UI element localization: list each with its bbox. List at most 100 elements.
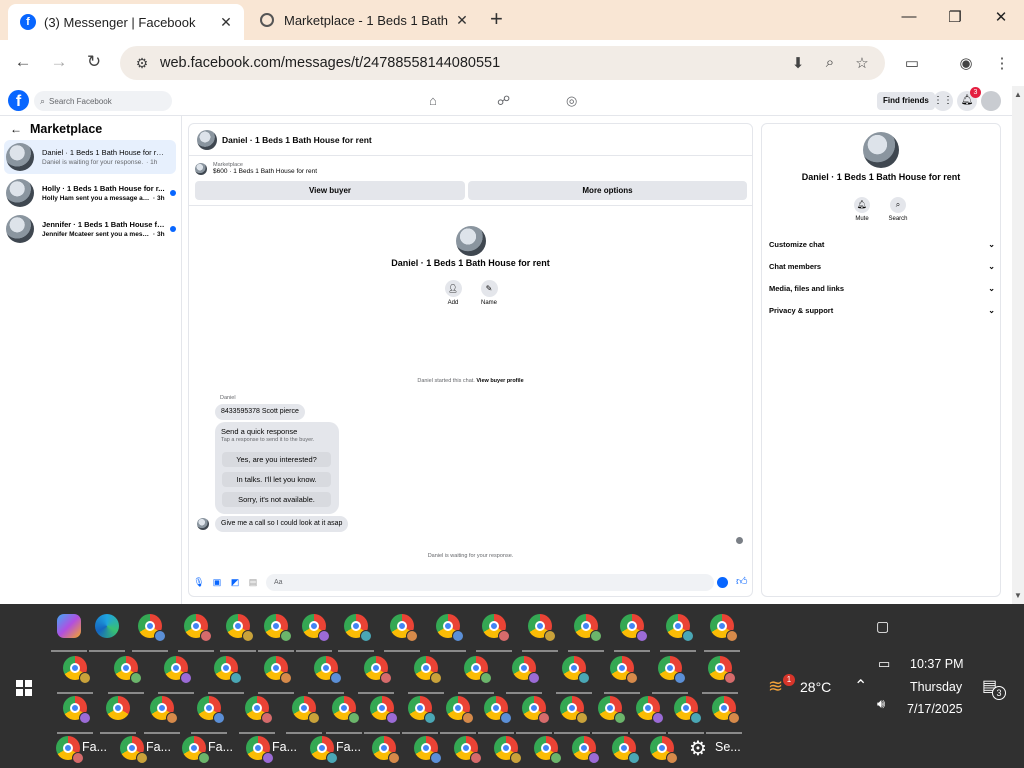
conversation-item-daniel[interactable]: Daniel · 1 Beds 1 Bath House for rent Da… [4,140,176,174]
search-facebook-input[interactable]: ⌕ Search Facebook [34,91,172,111]
chrome-icon[interactable] [612,736,640,764]
chrome-icon[interactable] [522,696,550,724]
chrome-icon[interactable] [302,614,330,642]
view-buyer-button[interactable]: View buyer [195,181,465,200]
chrome-icon[interactable] [408,696,436,724]
chrome-icon[interactable] [636,696,664,724]
chrome-icon[interactable] [264,656,292,684]
chrome-icon[interactable] [560,696,588,724]
url-text[interactable]: web.facebook.com/messages/t/247885581440… [160,55,500,71]
volume-icon[interactable]: 🔊︎ [877,696,885,712]
chrome-icon[interactable] [184,614,212,642]
chrome-icon[interactable] [674,696,702,724]
chrome-icon[interactable] [372,736,400,764]
view-buyer-profile-link[interactable]: View buyer profile [476,378,523,384]
chrome-icon[interactable] [197,696,225,724]
chrome-icon[interactable] [246,736,274,764]
chrome-icon[interactable] [572,736,600,764]
quick-reply-button[interactable]: Sorry, it's not available. [222,492,331,507]
chrome-icon[interactable] [182,736,210,764]
chrome-icon[interactable] [292,696,320,724]
clock-day[interactable]: Thursday [910,680,962,694]
chrome-icon[interactable] [63,656,91,684]
chrome-icon[interactable] [150,696,178,724]
windows-start-icon[interactable] [16,680,32,696]
chrome-icon[interactable] [114,656,142,684]
forward-arrow-icon[interactable]: → [48,52,70,72]
section-privacy-support[interactable]: Privacy & support ⌄ [769,306,995,315]
chrome-icon[interactable] [650,736,678,764]
chrome-icon[interactable] [120,736,148,764]
groups-icon[interactable]: ◎ [566,93,577,109]
chrome-icon[interactable] [574,614,602,642]
listing-summary[interactable]: Marketplace $600 · 1 Beds 1 Bath House f… [195,162,317,175]
chrome-icon[interactable] [562,656,590,684]
chrome-icon[interactable] [344,614,372,642]
account-avatar[interactable] [981,91,1001,111]
more-options-button[interactable]: More options [468,181,747,200]
chrome-icon[interactable] [414,656,442,684]
install-app-icon[interactable]: ⬇ [787,54,809,72]
chrome-icon[interactable] [712,696,740,724]
weather-icon[interactable]: ≋ [768,676,783,697]
chrome-icon[interactable] [264,614,292,642]
chrome-icon[interactable] [658,656,686,684]
page-scrollbar[interactable]: ▲ ▼ [1012,86,1024,604]
section-customize-chat[interactable]: Customize chat ⌄ [769,240,995,249]
chrome-icon[interactable] [494,736,522,764]
sticker-icon[interactable]: ◩ [229,577,241,588]
copilot-icon[interactable] [57,614,81,638]
show-hidden-icons-chevron-icon[interactable]: ⌃ [854,676,867,696]
chrome-icon[interactable] [666,614,694,642]
chat-title[interactable]: Daniel · 1 Beds 1 Bath House for rent [222,135,372,145]
new-tab-button[interactable]: + [490,8,503,30]
chrome-icon[interactable] [364,656,392,684]
add-button[interactable]: 👤︎ Add [438,280,468,306]
scroll-up-icon[interactable]: ▲ [1014,90,1022,99]
site-info-icon[interactable]: ⚙ [130,55,154,72]
chrome-icon[interactable] [534,736,562,764]
chrome-icon[interactable] [512,656,540,684]
mute-button[interactable]: 🔔︎ Mute [847,197,877,222]
chrome-icon[interactable] [446,696,474,724]
chrome-icon[interactable] [528,614,556,642]
chrome-icon[interactable] [370,696,398,724]
chrome-icon[interactable] [436,614,464,642]
maximize-button[interactable]: ❐ [943,8,967,26]
chrome-icon[interactable] [310,736,338,764]
chrome-icon[interactable] [710,614,738,642]
chrome-icon[interactable] [454,736,482,764]
scroll-down-icon[interactable]: ▼ [1014,591,1022,600]
section-media-files-links[interactable]: Media, files and links ⌄ [769,284,995,293]
chrome-icon[interactable] [708,656,736,684]
chrome-icon[interactable] [620,614,648,642]
section-chat-members[interactable]: Chat members ⌄ [769,262,995,271]
weather-temperature[interactable]: 28°C [800,679,831,695]
close-window-button[interactable]: ✕ [989,8,1013,26]
network-icon[interactable]: ▭ [878,656,890,672]
chrome-icon[interactable] [464,656,492,684]
microphone-icon[interactable]: 🎙︎ [193,577,205,588]
chrome-icon[interactable] [226,614,254,642]
zoom-icon[interactable]: ⌕ [819,54,841,71]
bookmark-star-icon[interactable]: ☆ [851,54,873,72]
menu-grid-icon[interactable]: ⋮⋮ [933,91,953,111]
avatar[interactable] [197,129,217,150]
chrome-icon[interactable] [610,656,638,684]
tab-messenger[interactable]: f (3) Messenger | Facebook ✕ [8,4,244,40]
edge-icon[interactable] [95,614,119,638]
message-input[interactable]: Aa [266,574,714,591]
friends-icon[interactable]: ☍ [497,93,510,109]
emoji-icon[interactable] [717,577,728,588]
address-bar[interactable]: ⚙ web.facebook.com/messages/t/2478855814… [120,46,885,80]
meet-now-icon[interactable]: ▢ [876,618,889,635]
conversation-item-jennifer[interactable]: Jennifer · 1 Beds 1 Bath House fo... Jen… [4,212,176,246]
minimize-button[interactable]: — [897,8,921,25]
chrome-icon[interactable] [390,614,418,642]
close-tab-icon[interactable]: ✕ [216,14,236,31]
chrome-icon[interactable] [245,696,273,724]
home-icon[interactable]: ⌂ [429,93,437,108]
chrome-icon[interactable] [63,696,91,724]
chrome-icon[interactable] [164,656,192,684]
chrome-icon[interactable] [106,696,130,720]
